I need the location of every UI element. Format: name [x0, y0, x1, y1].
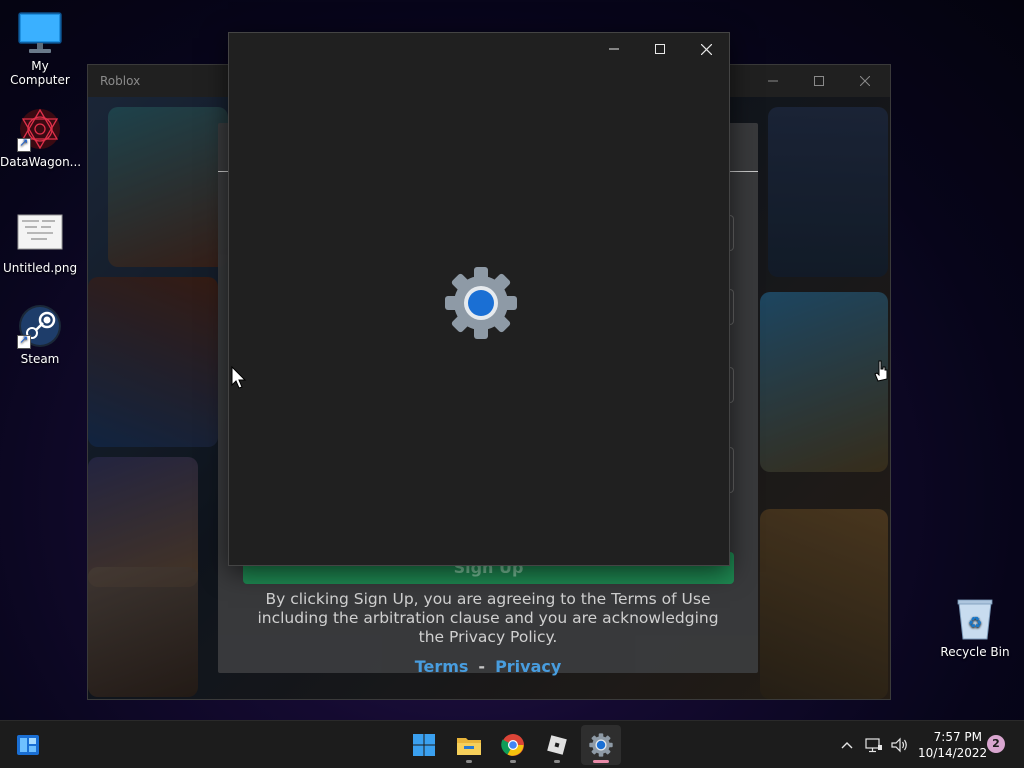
- legal-links: Terms - Privacy: [218, 657, 758, 676]
- roblox-icon: [547, 735, 567, 755]
- minimize-icon: [609, 48, 619, 50]
- network-icon: [865, 738, 882, 753]
- close-icon: [700, 43, 712, 55]
- roblox-minimize-button[interactable]: [750, 65, 796, 97]
- svg-text:♻: ♻: [968, 613, 982, 632]
- windows-logo-icon: [413, 734, 435, 756]
- signup-legal-text: By clicking Sign Up, you are agreeing to…: [257, 590, 719, 646]
- notification-badge[interactable]: 2: [987, 735, 1005, 753]
- speaker-icon: [891, 737, 907, 753]
- taskbar-file-explorer[interactable]: [449, 725, 489, 765]
- desktop-icon-untitled-png[interactable]: Untitled.png: [0, 212, 80, 275]
- loading-dialog-window[interactable]: [228, 32, 730, 566]
- chrome-icon: [501, 734, 524, 756]
- desktop-icon-label: Untitled.png: [2, 261, 78, 275]
- terms-link[interactable]: Terms: [415, 657, 469, 676]
- desktop-icon-my-computer[interactable]: My Computer: [0, 10, 80, 87]
- clock-date: 10/14/2022: [918, 746, 988, 760]
- recycle-bin-icon: ♻: [955, 597, 995, 641]
- shortcut-arrow-icon: [17, 136, 31, 152]
- taskbar-clock[interactable]: 7:57 PM 10/14/2022: [918, 729, 988, 761]
- roblox-maximize-button[interactable]: [796, 65, 842, 97]
- desktop-icon-label: My Computer: [10, 59, 70, 87]
- steam-icon: [17, 303, 63, 349]
- privacy-link[interactable]: Privacy: [495, 657, 561, 676]
- desktop-icon-label: Steam: [20, 352, 60, 366]
- link-separator: -: [478, 657, 486, 676]
- desktop-icon-steam[interactable]: Steam: [0, 303, 80, 366]
- minimize-icon: [768, 80, 778, 82]
- network-button[interactable]: [862, 721, 886, 768]
- widgets-button[interactable]: [8, 725, 48, 765]
- taskbar-start-button[interactable]: [404, 725, 444, 765]
- widgets-icon: [17, 735, 39, 755]
- datawagon-logo-icon: [17, 106, 63, 152]
- desktop-icon-label: DataWagon...: [0, 155, 82, 169]
- desktop-icon-datawagon[interactable]: DataWagon...: [0, 106, 82, 169]
- roblox-close-button[interactable]: [842, 65, 888, 97]
- dialog-minimize-button[interactable]: [591, 33, 637, 65]
- dialog-close-button[interactable]: [683, 33, 729, 65]
- hand-pointer-icon: [874, 360, 888, 382]
- recycle-bin-label: Recycle Bin: [940, 645, 1010, 659]
- taskbar: 7:57 PM 10/14/2022: [0, 720, 1024, 768]
- maximize-icon: [655, 44, 665, 54]
- monitor-icon: [17, 10, 63, 56]
- chevron-up-icon: [841, 742, 853, 749]
- volume-button[interactable]: [888, 721, 912, 768]
- settings-gear-icon: [589, 733, 613, 757]
- roblox-window-title: Roblox: [100, 74, 141, 88]
- shortcut-arrow-icon: [17, 333, 31, 349]
- tray-overflow-button[interactable]: [836, 721, 858, 768]
- dialog-maximize-button[interactable]: [637, 33, 683, 65]
- maximize-icon: [814, 76, 824, 86]
- gear-icon: [444, 266, 518, 340]
- desktop-icon-recycle-bin[interactable]: ♻ Recycle Bin: [938, 597, 1012, 659]
- mouse-pointer-icon: [231, 366, 247, 389]
- folder-icon: [457, 738, 481, 755]
- clock-time: 7:57 PM: [933, 730, 982, 744]
- close-icon: [860, 76, 870, 86]
- taskbar-settings[interactable]: [581, 725, 621, 765]
- taskbar-roblox[interactable]: [537, 725, 577, 765]
- image-file-icon: [17, 212, 63, 258]
- taskbar-chrome[interactable]: [493, 725, 533, 765]
